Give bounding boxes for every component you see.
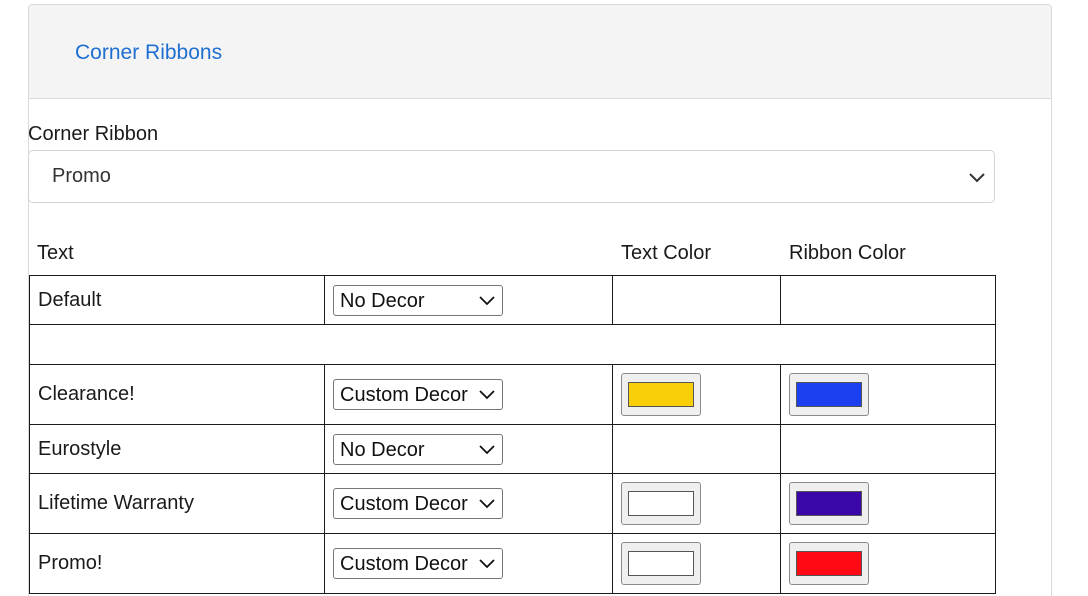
decor-select[interactable]: No Decor [333,284,503,316]
decor-select-value: Custom Decor [340,553,468,575]
header-text: Text [37,242,74,264]
header-text-color: Text Color [621,242,712,264]
text-color-swatch [628,382,694,407]
ribbon-color-cell [780,275,996,325]
ribbon-color-picker[interactable] [789,542,869,585]
text-color-cell [612,364,781,425]
table-row: Promo! Custom Decor [29,533,996,594]
table-row: Lifetime Warranty Custom Decor [29,473,996,534]
spacer-cell [29,324,996,365]
ribbon-color-cell [780,533,996,594]
decor-cell: No Decor [324,424,613,474]
decor-select[interactable]: Custom Decor [333,548,503,579]
panel-title-link[interactable]: Corner Ribbons [75,41,222,65]
ribbon-color-picker[interactable] [789,482,869,525]
text-color-picker[interactable] [621,373,701,416]
decor-select[interactable]: Custom Decor [333,379,503,410]
row-text: Promo! [29,533,325,594]
top-divider [0,0,1088,3]
corner-ribbon-select-value: Promo [52,165,111,187]
chevron-down-icon [479,499,495,509]
text-color-cell [612,424,781,474]
ribbons-table: Default No Decor Clearance! Custom Decor… [29,275,996,594]
corner-ribbon-label: Corner Ribbon [28,123,159,145]
chevron-down-icon [479,295,495,305]
ribbon-color-swatch [796,382,862,407]
ribbon-color-swatch [796,491,862,516]
text-color-picker[interactable] [621,482,701,525]
table-row: Default No Decor [29,275,996,325]
decor-cell: No Decor [324,275,613,325]
ribbon-color-swatch [796,551,862,576]
ribbon-color-picker[interactable] [789,373,869,416]
chevron-down-icon [479,444,495,454]
ribbon-color-cell [780,424,996,474]
panel-header: Corner Ribbons [29,5,1051,99]
table-row: Eurostyle No Decor [29,424,996,474]
table-row: Clearance! Custom Decor [29,364,996,425]
chevron-down-icon [479,390,495,400]
table-header: Text Text Color Ribbon Color [28,236,995,276]
row-text: Eurostyle [29,424,325,474]
ribbon-color-cell [780,364,996,425]
row-text: Default [29,275,325,325]
table-spacer-row [29,324,996,365]
decor-select-value: No Decor [340,438,425,461]
chevron-down-icon [969,173,985,183]
text-color-cell [612,533,781,594]
decor-select-value: Custom Decor [340,493,468,515]
corner-ribbon-select[interactable]: Promo [28,150,995,203]
decor-select-value: No Decor [340,289,425,312]
text-color-swatch [628,551,694,576]
page: Corner Ribbons Corner Ribbon Promo Text … [0,0,1088,596]
ribbon-color-cell [780,473,996,534]
decor-cell: Custom Decor [324,473,613,534]
chevron-down-icon [479,559,495,569]
decor-cell: Custom Decor [324,364,613,425]
header-ribbon-color: Ribbon Color [789,242,906,264]
text-color-swatch [628,491,694,516]
row-text: Lifetime Warranty [29,473,325,534]
text-color-picker[interactable] [621,542,701,585]
decor-select[interactable]: No Decor [333,433,503,465]
row-text: Clearance! [29,364,325,425]
text-color-cell [612,473,781,534]
decor-select-value: Custom Decor [340,384,468,406]
decor-cell: Custom Decor [324,533,613,594]
decor-select[interactable]: Custom Decor [333,488,503,519]
text-color-cell [612,275,781,325]
